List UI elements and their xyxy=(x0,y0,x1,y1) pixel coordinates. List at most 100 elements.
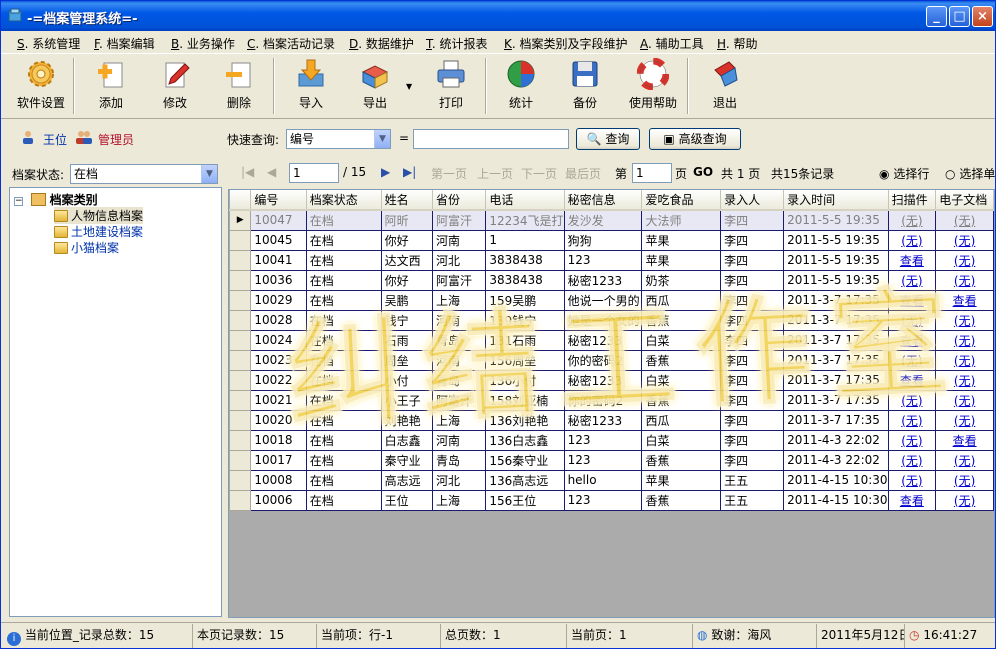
row-header[interactable] xyxy=(229,429,252,451)
scan-link[interactable]: (无) xyxy=(887,469,937,491)
document-link[interactable]: (无) xyxy=(935,389,994,411)
export-dropdown-icon[interactable]: ▼ xyxy=(406,82,412,91)
table-row[interactable]: 10018 在档 白志鑫 河南 136白志鑫 123 白菜 李四 2011-4-3 22:02(… xyxy=(229,429,994,451)
column-header[interactable]: 秘密信息 xyxy=(564,190,643,211)
document-link[interactable]: (无) xyxy=(935,409,994,431)
document-link[interactable]: (无) xyxy=(935,469,994,491)
table-row[interactable]: 10041 在档 达文西 河北 3838438 123 苹果 李四 2011-5-5 19:35… xyxy=(229,249,994,271)
menu-category-fields[interactable]: K. 档案类别及字段维护 xyxy=(504,35,628,52)
page-number-input[interactable]: 1 xyxy=(289,163,339,183)
search-button[interactable]: 🔍 查询 xyxy=(576,128,640,150)
add-button[interactable]: 添加 xyxy=(81,58,141,116)
settings-button[interactable]: 软件设置 xyxy=(11,58,71,116)
table-row[interactable]: 10020 在档 刘艳艳 上海 136刘艳艳 秘密1233 西瓜 李四 2011-3-7 17:… xyxy=(229,409,994,431)
column-header[interactable]: 录入时间 xyxy=(783,190,889,211)
minimize-button[interactable]: _ xyxy=(926,6,947,27)
tree-item-land[interactable]: 土地建设档案 xyxy=(54,223,143,240)
document-link[interactable]: (无) xyxy=(935,449,994,471)
row-header[interactable] xyxy=(229,329,252,351)
tree-root[interactable]: − 档案类别 xyxy=(14,191,98,208)
close-button[interactable]: × xyxy=(972,6,993,27)
query-field-select[interactable]: 编号 ▼ xyxy=(286,129,391,149)
row-header[interactable] xyxy=(229,269,252,291)
print-button[interactable]: 打印 xyxy=(421,58,481,116)
table-row[interactable]: 10045 在档 你好 河南 1 狗狗 苹果 李四 2011-5-5 19:35 (无) (无) xyxy=(229,229,994,251)
table-row[interactable]: ▶ 10047 在档 阿昕 阿富汗 12234飞是打 发沙发 大法师 李四 2011-5-5 19… xyxy=(229,209,994,231)
row-header[interactable] xyxy=(229,289,252,311)
column-header[interactable]: 电子文档 xyxy=(935,190,994,211)
scan-link[interactable]: 查看 xyxy=(887,289,937,311)
document-link[interactable]: (无) xyxy=(935,309,994,331)
column-header[interactable]: 省份 xyxy=(432,190,487,211)
table-row[interactable]: 10006 在档 王位 上海 156王位 123 香蕉 王五 2011-4-15 10:30 查看… xyxy=(229,489,994,511)
prev-page-button[interactable]: 上一页 xyxy=(477,165,513,182)
document-link[interactable]: (无) xyxy=(935,369,994,391)
table-row[interactable]: 10024 在档 石雨 青岛 131石雨 秘密1233 白菜 李四 2011-3-7 17:35… xyxy=(229,329,994,351)
scan-link[interactable]: (无) xyxy=(887,309,937,331)
column-header[interactable]: 扫描件 xyxy=(888,190,937,211)
document-link[interactable]: (无) xyxy=(935,269,994,291)
next-page-icon[interactable]: ▶ xyxy=(381,165,390,179)
delete-button[interactable]: 删除 xyxy=(209,58,269,116)
tree-item-cat[interactable]: 小猫档案 xyxy=(54,239,119,256)
row-header[interactable] xyxy=(229,309,252,331)
first-page-icon[interactable]: |◀ xyxy=(241,165,254,179)
table-row[interactable]: 10028 在档 钱宁 河南 139钱宁 她是一个女的 香蕉 李四 2011-3-7 17:35… xyxy=(229,309,994,331)
menu-data-maintenance[interactable]: D. 数据维护 xyxy=(349,35,414,52)
table-row[interactable]: 10017 在档 秦守业 青岛 156秦守业 123 香蕉 李四 2011-4-3 22:02(… xyxy=(229,449,994,471)
edit-button[interactable]: 修改 xyxy=(145,58,205,116)
column-header[interactable]: 爱吃食品 xyxy=(641,190,722,211)
menu-help[interactable]: H. 帮助 xyxy=(717,35,757,52)
scan-link[interactable]: (无) xyxy=(887,349,937,371)
last-page-button[interactable]: 最后页 xyxy=(565,165,601,182)
scan-link[interactable]: (无) xyxy=(887,449,937,471)
menu-archive-edit[interactable]: F. 档案编辑 xyxy=(94,35,155,52)
scan-link[interactable]: 查看 xyxy=(887,249,937,271)
row-header[interactable] xyxy=(229,409,252,431)
document-link[interactable]: (无) xyxy=(935,349,994,371)
row-header[interactable] xyxy=(229,489,252,511)
column-header[interactable]: 录入人 xyxy=(720,190,785,211)
status-filter-select[interactable]: 在档 ▼ xyxy=(70,164,218,184)
row-header[interactable] xyxy=(229,249,252,271)
menu-business[interactable]: B. 业务操作 xyxy=(171,35,235,52)
row-header[interactable] xyxy=(229,469,252,491)
scan-link[interactable]: 查看 xyxy=(887,329,937,351)
scan-link[interactable]: (无) xyxy=(887,429,937,451)
table-row[interactable]: 10021 在档 小王子 阿富汗 158刘亚楠 你的密码2 香蕉 李四 2011-3-7 17:… xyxy=(229,389,994,411)
maximize-button[interactable]: □ xyxy=(949,6,970,27)
help-button[interactable]: 使用帮助 xyxy=(623,58,683,116)
menu-tools[interactable]: A. 辅助工具 xyxy=(640,35,704,52)
table-row[interactable]: 10036 在档 你好 阿富汗 3838438 秘密1233 奶茶 李四 2011-5-5 19… xyxy=(229,269,994,291)
table-row[interactable]: 10008 在档 高志远 河北 136高志远 hello 苹果 王五 2011-4-15 10:… xyxy=(229,469,994,491)
collapse-icon[interactable]: − xyxy=(14,197,23,206)
column-header[interactable]: 档案状态 xyxy=(306,190,382,211)
menu-activity-log[interactable]: C. 档案活动记录 xyxy=(247,35,335,52)
statistics-button[interactable]: 统计 xyxy=(491,58,551,116)
tree-item-person[interactable]: 人物信息档案 xyxy=(54,207,144,224)
import-button[interactable]: 导入 xyxy=(281,58,341,116)
backup-button[interactable]: 备份 xyxy=(555,58,615,116)
first-page-button[interactable]: 第一页 xyxy=(431,165,467,182)
last-page-icon[interactable]: ▶| xyxy=(403,165,416,179)
select-cell-radio[interactable]: ○ 选择单 xyxy=(945,165,995,182)
document-link[interactable]: (无) xyxy=(935,229,994,251)
select-row-radio[interactable]: ◉ 选择行 xyxy=(879,165,929,182)
document-link[interactable]: (无) xyxy=(935,489,994,511)
title-bar[interactable]: -=档案管理系统=- _ □ × xyxy=(1,1,995,31)
scan-link[interactable]: (无) xyxy=(887,389,937,411)
menu-reports[interactable]: T. 统计报表 xyxy=(426,35,488,52)
scan-link[interactable]: (无) xyxy=(887,269,937,291)
row-header[interactable] xyxy=(229,449,252,471)
row-header[interactable] xyxy=(229,369,252,391)
exit-button[interactable]: 退出 xyxy=(695,58,755,116)
column-header[interactable]: 姓名 xyxy=(381,190,434,211)
scan-link[interactable]: 查看 xyxy=(887,369,937,391)
next-page-button[interactable]: 下一页 xyxy=(521,165,557,182)
menu-system[interactable]: S. 系统管理 xyxy=(17,35,80,52)
row-header[interactable]: ▶ xyxy=(229,209,252,231)
table-row[interactable]: 10023 在档 周垒 河南 156周垒 你的密码2 香蕉 李四 2011-3-7 17:35(… xyxy=(229,349,994,371)
goto-page-input[interactable]: 1 xyxy=(632,163,672,183)
prev-page-icon[interactable]: ◀ xyxy=(267,165,276,179)
advanced-search-button[interactable]: ▣ 高级查询 xyxy=(649,128,741,150)
